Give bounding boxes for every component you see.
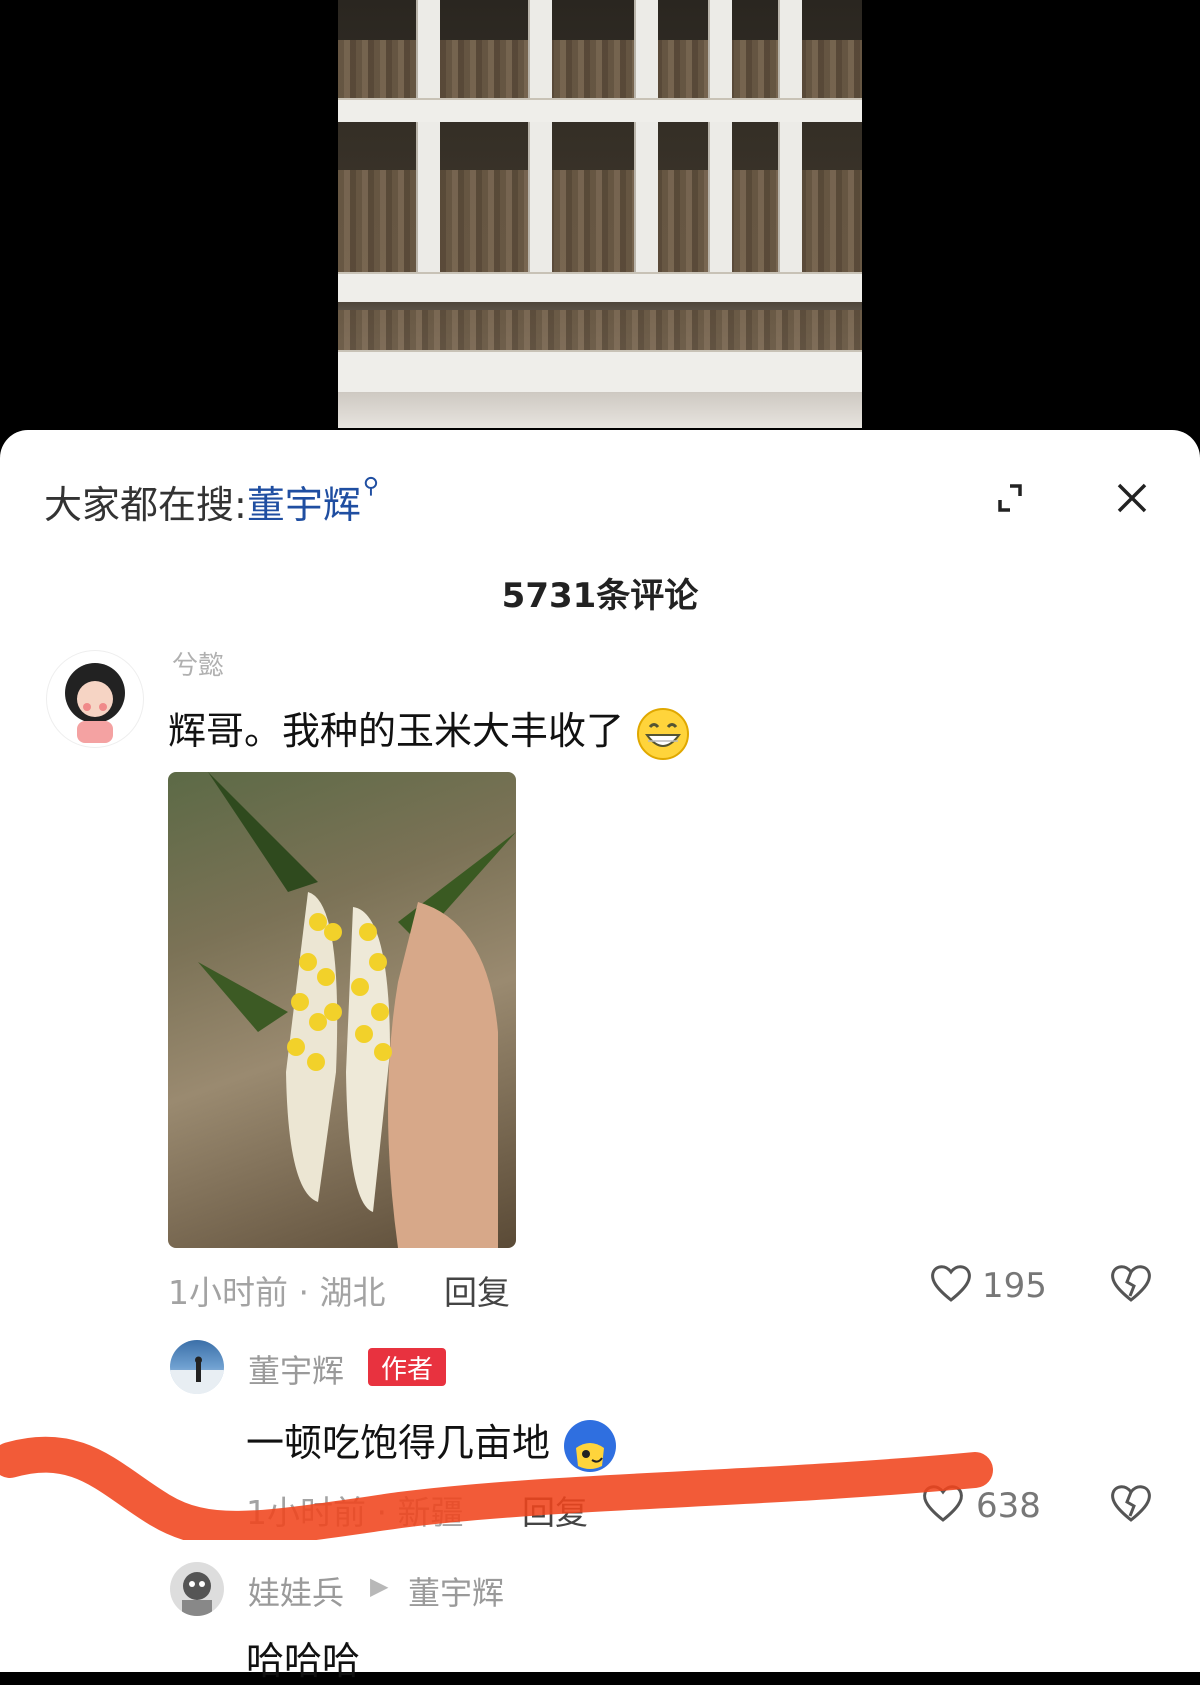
search-suggestion[interactable]: 大家都在搜:董宇辉⚲ [44,474,379,529]
close-button[interactable] [1104,470,1160,526]
comment-username[interactable]: 兮懿 [172,645,224,682]
reply-text: 哈哈哈 [246,1639,361,1683]
reply-button[interactable]: 回复 [444,1266,510,1314]
cage-rail [338,350,862,392]
dislike-button[interactable] [1108,1480,1154,1530]
avatar-photo [182,1572,212,1616]
search-suggestion-prefix: 大家都在搜: [44,483,247,527]
heart-icon [931,1265,971,1302]
like-button[interactable] [928,1260,974,1310]
cage-bar [634,0,658,300]
cage-bar [708,0,732,300]
reply-username[interactable]: 娃娃兵 [248,1568,344,1614]
video-player[interactable] [0,0,1200,440]
comment-time-location: 1小时前 · 湖北 [168,1273,386,1312]
cage-bar [778,0,802,300]
cage-rail [338,98,862,122]
reply-text-content: 一顿吃饱得几亩地 [246,1421,551,1465]
comment-image[interactable] [168,772,516,1248]
like-count: 638 [976,1486,1041,1526]
reply-time-location: 1小时前 · 新疆 [246,1493,464,1532]
comment-text: 辉哥。我种的玉米大丰收了 [168,700,690,761]
expand-button[interactable] [982,470,1038,526]
comment-text-content: 辉哥。我种的玉米大丰收了 [168,709,625,753]
avatar[interactable] [46,650,144,748]
search-suggestion-keyword[interactable]: 董宇辉 [247,483,361,527]
search-icon: ⚲ [362,474,379,499]
broken-heart-icon [1111,1265,1151,1302]
reply-button[interactable]: 回复 [522,1486,588,1534]
expand-icon [998,484,1022,512]
avatar[interactable] [170,1562,224,1616]
grin-emoji-icon [637,707,690,760]
dislike-button[interactable] [1108,1260,1154,1310]
blue-hair-emoji-icon [564,1419,617,1472]
reply-username[interactable]: 董宇辉 [248,1346,344,1392]
like-count: 195 [982,1266,1047,1306]
reply-text: 一顿吃饱得几亩地 [246,1412,618,1474]
comments-count-title: 5731条评论 [501,576,699,616]
broken-heart-icon [1111,1485,1151,1522]
heart-icon [923,1485,963,1522]
reply-to-username[interactable]: 董宇辉 [408,1568,504,1614]
cage-bar [528,0,552,300]
avatar[interactable] [170,1340,224,1394]
corn-photo [198,772,516,1248]
like-button[interactable] [920,1480,966,1530]
video-frame [338,0,862,428]
close-icon [1117,483,1147,513]
cage-bar [416,0,440,300]
reply-arrow-icon: ▶ [370,1572,389,1600]
cage-rail [338,272,862,302]
avatar-photo [170,1356,224,1394]
author-badge: 作者 [368,1348,446,1386]
avatar-illustration [65,663,125,743]
